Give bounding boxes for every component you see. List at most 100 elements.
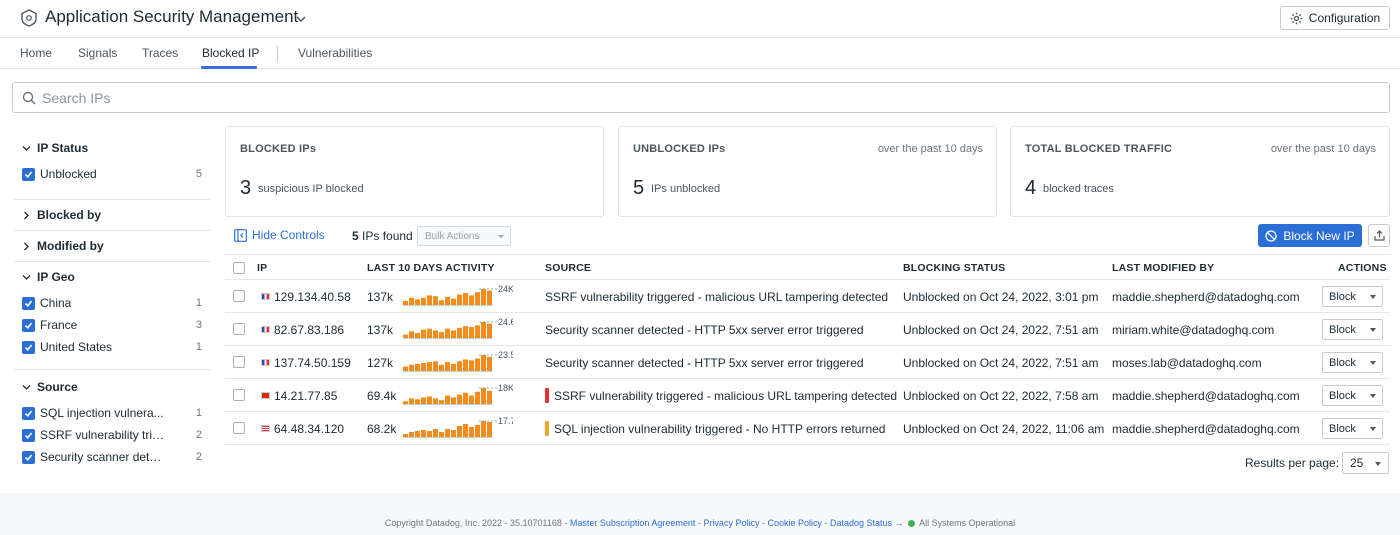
sparkline-bar — [475, 425, 480, 437]
tab-vulnerabilities[interactable]: Vulnerabilities — [298, 46, 372, 60]
ip-address[interactable]: 137.74.50.159 — [274, 356, 351, 370]
footer-text: Copyright Datadog, Inc. 2022 - 35.107011… — [384, 518, 1016, 528]
sparkline-peak-label: 17.7K — [498, 416, 513, 426]
page-title[interactable]: Application Security Management — [45, 7, 298, 27]
block-new-ip-button[interactable]: Block New IP — [1258, 224, 1362, 247]
facet-blocked-by[interactable]: Blocked by — [22, 208, 101, 222]
facet-item-count: 5 — [195, 168, 202, 180]
activity-sparkline: 17.7K — [403, 416, 513, 438]
column-header-source[interactable]: SOURCE — [545, 262, 591, 274]
chevron-down-icon — [22, 145, 31, 151]
checkbox-checked[interactable] — [22, 406, 35, 420]
tab-home[interactable]: Home — [20, 46, 52, 60]
sparkline-bar — [427, 328, 432, 338]
select-all-checkbox[interactable] — [233, 262, 245, 274]
source-text: SSRF vulnerability triggered - malicious… — [554, 389, 898, 403]
checkbox-checked[interactable] — [22, 167, 35, 181]
card-value: 3 — [240, 177, 252, 199]
caret-down-icon — [1370, 295, 1376, 299]
facet-item-ssrf[interactable]: SSRF vulnerability trig... 2 — [22, 426, 202, 444]
block-action-dropdown[interactable]: Block — [1322, 385, 1383, 406]
sparkline-bar — [481, 421, 486, 437]
sparkline-bar — [409, 297, 414, 305]
ip-address[interactable]: 64.48.34.120 — [274, 422, 344, 436]
sparkline-bar — [403, 301, 408, 305]
caret-down-icon — [1370, 361, 1376, 365]
chevron-down-icon[interactable] — [293, 11, 309, 27]
facet-item-united-states[interactable]: United States 1 — [22, 338, 202, 356]
facet-item-china[interactable]: China 1 — [22, 294, 202, 312]
block-action-dropdown[interactable]: Block — [1322, 286, 1383, 307]
cookie-policy-link[interactable]: Cookie Policy — [767, 518, 822, 528]
sparkline-bar — [415, 332, 420, 338]
table-row[interactable]: 82.67.83.186 137k 24.6K Security scanner… — [225, 313, 1390, 346]
privacy-policy-link[interactable]: Privacy Policy — [703, 518, 759, 528]
table-row[interactable]: 129.134.40.58 137k 24K SSRF vulnerabilit… — [225, 280, 1390, 313]
sparkline-bar — [445, 328, 450, 338]
block-action-label: Block — [1329, 290, 1356, 303]
copyright: Copyright Datadog, Inc. 2022 - 35.107011… — [384, 518, 568, 528]
block-action-dropdown[interactable]: Block — [1322, 418, 1383, 439]
facet-ip-status[interactable]: IP Status — [22, 141, 88, 155]
checkbox-checked[interactable] — [22, 296, 35, 310]
facet-item-unblocked[interactable]: Unblocked 5 — [22, 165, 202, 183]
ip-address[interactable]: 14.21.77.85 — [274, 389, 337, 403]
facet-source[interactable]: Source — [22, 380, 78, 394]
facet-item-security-scanner[interactable]: Security scanner dete... 2 — [22, 448, 202, 466]
block-action-dropdown[interactable]: Block — [1322, 319, 1383, 340]
sparkline-bar — [457, 327, 462, 338]
tab-signals[interactable]: Signals — [78, 46, 117, 60]
table-row[interactable]: 14.21.77.85 69.4k 18K SSRF vulnerability… — [225, 379, 1390, 412]
row-checkbox[interactable] — [233, 290, 245, 302]
hide-controls-button[interactable]: Hide Controls — [234, 228, 325, 242]
flag-united-states-icon — [261, 425, 270, 432]
sparkline-bar — [439, 432, 444, 437]
row-checkbox[interactable] — [233, 389, 245, 401]
checkbox-checked[interactable] — [22, 318, 35, 332]
sparkline-bar — [487, 323, 492, 338]
datadog-status-link[interactable]: Datadog Status → — [830, 518, 904, 528]
checkbox-checked[interactable] — [22, 340, 35, 354]
configuration-button[interactable]: Configuration — [1280, 6, 1390, 30]
column-header-ip[interactable]: IP — [257, 262, 267, 274]
column-header-status[interactable]: BLOCKING STATUS — [903, 262, 1005, 274]
divider — [14, 369, 211, 370]
search-input[interactable] — [42, 86, 1372, 109]
export-button[interactable] — [1368, 224, 1390, 247]
block-action-dropdown[interactable]: Block — [1322, 352, 1383, 373]
tab-blocked-ip[interactable]: Blocked IP — [202, 46, 259, 60]
sparkline-bar — [481, 322, 486, 338]
row-checkbox[interactable] — [233, 356, 245, 368]
row-checkbox[interactable] — [233, 323, 245, 335]
ip-address[interactable]: 82.67.83.186 — [274, 323, 344, 337]
column-header-activity[interactable]: LAST 10 DAYS ACTIVITY — [367, 262, 495, 274]
tab-traces[interactable]: Traces — [142, 46, 178, 60]
sparkline-bar — [415, 299, 420, 305]
results-per-page-dropdown[interactable]: 25 — [1342, 452, 1389, 474]
active-tab-indicator — [201, 66, 257, 69]
checkbox-checked[interactable] — [22, 450, 35, 464]
status-ok-icon — [908, 520, 916, 527]
search-icon — [22, 91, 36, 105]
table-row[interactable]: 64.48.34.120 68.2k 17.7K SQL injection v… — [225, 412, 1390, 445]
master-subscription-agreement-link[interactable]: Master Subscription Agreement — [570, 518, 696, 528]
table-row[interactable]: 137.74.50.159 127k 23.5K Security scanne… — [225, 346, 1390, 379]
bulk-actions-dropdown[interactable]: Bulk Actions — [417, 226, 511, 246]
card-range: over the past 10 days — [1270, 143, 1376, 155]
facet-item-france[interactable]: France 3 — [22, 316, 202, 334]
facet-item-label: United States — [40, 340, 113, 354]
block-action-label: Block — [1329, 323, 1356, 336]
sparkline-bar — [439, 364, 444, 371]
column-header-modified-by[interactable]: LAST MODIFIED BY — [1112, 262, 1214, 274]
facet-modified-by[interactable]: Modified by — [22, 239, 104, 253]
ip-address[interactable]: 129.134.40.58 — [274, 290, 351, 304]
row-checkbox[interactable] — [233, 422, 245, 434]
search-bar[interactable] — [12, 82, 1390, 113]
facet-ip-geo[interactable]: IP Geo — [22, 270, 75, 284]
sparkline-bar — [415, 431, 420, 437]
sparkline-bar — [415, 399, 420, 404]
facet-item-sql-injection[interactable]: SQL injection vulnera... 1 — [22, 404, 202, 422]
sparkline-bar — [421, 430, 426, 437]
app-header: Application Security Management Configur… — [0, 0, 1400, 38]
checkbox-checked[interactable] — [22, 428, 35, 442]
